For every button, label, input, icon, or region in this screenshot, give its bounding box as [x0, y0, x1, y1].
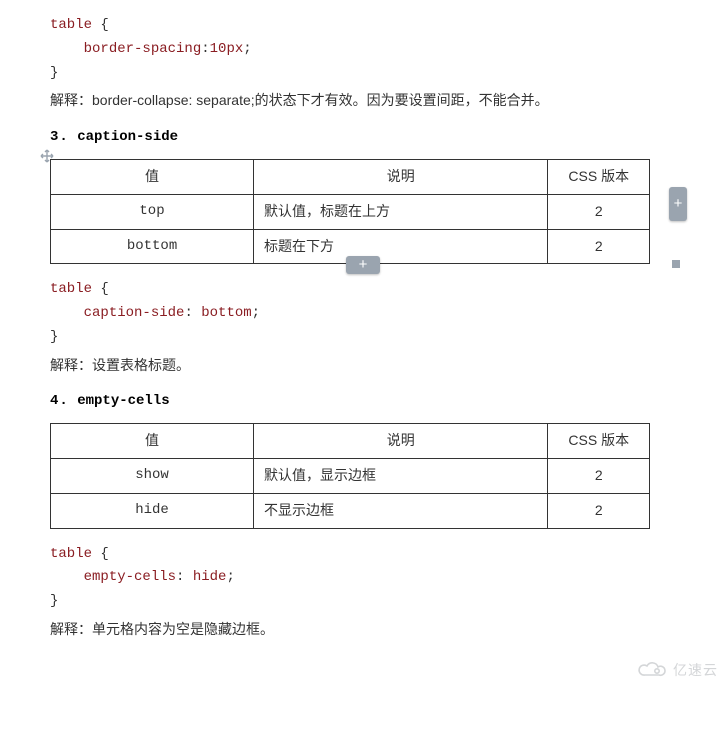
td-desc: 标题在下方	[254, 229, 548, 264]
code-value: 10px	[210, 41, 244, 57]
td-ver: 2	[548, 194, 650, 229]
code-value: hide	[193, 569, 227, 585]
explain-label: 解释：	[50, 621, 92, 637]
th-value: 值	[51, 424, 254, 459]
table-row: show 默认值，显示边框 2	[51, 459, 650, 494]
td-value: hide	[51, 493, 254, 528]
code-indent	[50, 305, 84, 321]
watermark: 亿速云	[637, 660, 718, 680]
table-wrapper-empty-cells: 值 说明 CSS 版本 show 默认值，显示边框 2 hide 不显示边框 2	[50, 423, 676, 528]
code-value: bottom	[201, 305, 251, 321]
heading-empty-cells: 4. empty-cells	[50, 393, 676, 409]
th-ver: CSS 版本	[548, 160, 650, 195]
th-ver: CSS 版本	[548, 424, 650, 459]
code-brace: }	[50, 329, 58, 345]
code-brace: {	[100, 17, 108, 33]
code-indent	[50, 41, 84, 57]
explain-label: 解释：	[50, 357, 92, 373]
code-block-caption-side: table { caption-side: bottom; }	[50, 278, 676, 349]
table-add-row-handle[interactable]: +	[346, 256, 380, 274]
table-wrapper-caption-side: 值 说明 CSS 版本 top 默认值，标题在上方 2 bottom 标题在下方…	[50, 159, 676, 264]
td-value: bottom	[51, 229, 254, 264]
table-caption-side: 值 说明 CSS 版本 top 默认值，标题在上方 2 bottom 标题在下方…	[50, 159, 650, 264]
cloud-icon	[637, 661, 667, 679]
heading-text: empty-cells	[77, 393, 169, 409]
code-selector: table	[50, 17, 92, 33]
th-desc: 说明	[254, 160, 548, 195]
code-semi: ;	[252, 305, 260, 321]
code-selector: table	[50, 546, 92, 562]
heading-number: 4.	[50, 393, 69, 409]
code-colon: :	[201, 41, 209, 57]
table-row: top 默认值，标题在上方 2	[51, 194, 650, 229]
code-prop: empty-cells	[84, 569, 176, 585]
td-ver: 2	[548, 229, 650, 264]
td-ver: 2	[548, 493, 650, 528]
code-block-empty-cells: table { empty-cells: hide; }	[50, 543, 676, 614]
table-empty-cells: 值 说明 CSS 版本 show 默认值，显示边框 2 hide 不显示边框 2	[50, 423, 650, 528]
explain-text: border-collapse: separate;的状态下才有效。因为要设置间…	[92, 92, 549, 108]
td-ver: 2	[548, 459, 650, 494]
heading-number: 3.	[50, 129, 69, 145]
th-desc: 说明	[254, 424, 548, 459]
code-colon: :	[176, 569, 193, 585]
code-block-border-spacing: table { border-spacing:10px; }	[50, 14, 676, 85]
watermark-text: 亿速云	[673, 660, 718, 680]
code-semi: ;	[243, 41, 251, 57]
table-header-row: 值 说明 CSS 版本	[51, 424, 650, 459]
explain-text: 单元格内容为空是隐藏边框。	[92, 621, 274, 637]
code-brace: }	[50, 593, 58, 609]
code-prop: caption-side	[84, 305, 185, 321]
code-brace: {	[100, 546, 108, 562]
explain-caption-side: 解释：设置表格标题。	[50, 354, 676, 378]
table-add-column-handle[interactable]: +	[669, 187, 687, 221]
table-resize-handle[interactable]	[672, 260, 680, 268]
code-selector: table	[50, 281, 92, 297]
explain-empty-cells: 解释：单元格内容为空是隐藏边框。	[50, 618, 676, 642]
explain-border-spacing: 解释：border-collapse: separate;的状态下才有效。因为要…	[50, 89, 676, 113]
table-header-row: 值 说明 CSS 版本	[51, 160, 650, 195]
code-prop: border-spacing	[84, 41, 202, 57]
td-desc: 不显示边框	[254, 493, 548, 528]
code-brace: {	[100, 281, 108, 297]
table-anchor-icon[interactable]	[40, 149, 54, 163]
heading-caption-side: 3. caption-side	[50, 129, 676, 145]
document-body: table { border-spacing:10px; } 解释：border…	[0, 0, 726, 686]
heading-text: caption-side	[77, 129, 178, 145]
code-semi: ;	[226, 569, 234, 585]
th-value: 值	[51, 160, 254, 195]
td-value: show	[51, 459, 254, 494]
code-brace: }	[50, 65, 58, 81]
explain-label: 解释：	[50, 92, 92, 108]
td-desc: 默认值，显示边框	[254, 459, 548, 494]
table-row: hide 不显示边框 2	[51, 493, 650, 528]
explain-text: 设置表格标题。	[92, 357, 190, 373]
code-colon: :	[184, 305, 201, 321]
td-desc: 默认值，标题在上方	[254, 194, 548, 229]
td-value: top	[51, 194, 254, 229]
code-indent	[50, 569, 84, 585]
